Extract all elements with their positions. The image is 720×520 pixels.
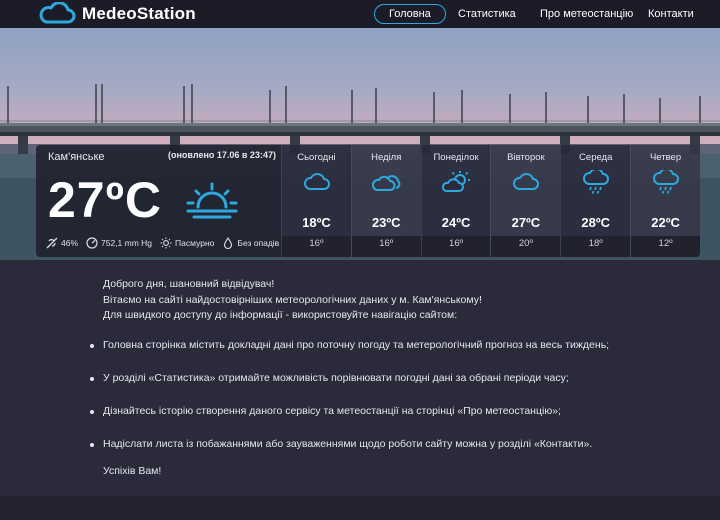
logo[interactable]: MedeoStation	[36, 0, 196, 28]
forecast-day: Понеділок 24ºC 16º	[420, 145, 491, 257]
forecast-low: 16º	[282, 236, 351, 257]
list-item: Дізнайтесь історію створення даного серв…	[88, 405, 609, 438]
nav-statistics[interactable]: Статистика	[458, 0, 516, 28]
nav-about[interactable]: Про метеостанцію	[540, 0, 633, 28]
gauge-icon	[86, 237, 98, 249]
current-temperature: 27ºC	[48, 172, 162, 228]
forecast-day-name: Четвер	[649, 152, 682, 163]
cloud-icon	[304, 173, 330, 190]
cloudy-icon	[371, 175, 401, 191]
sky-stat: Пасмурно	[160, 237, 214, 249]
pressure-value: 752,1 mm Hg	[101, 238, 153, 248]
greeting: Доброго дня, шановний відвідувач!	[103, 278, 275, 290]
welcome-line: Вітаємо на сайті найдостовірніших метеор…	[103, 293, 482, 306]
forecast-day: Середа 28ºC 18º	[560, 145, 631, 257]
forecast-day-name: Вівторок	[507, 152, 545, 163]
forecast-low: 20º	[491, 236, 561, 257]
forecast-day-name: Неділя	[371, 152, 402, 163]
drop-icon	[224, 237, 233, 249]
rain-icon	[583, 170, 610, 194]
forecast-high: 28ºC	[581, 215, 611, 230]
forecast-high: 27ºC	[511, 215, 541, 230]
forecast-strip: Сьогодні 18ºC 16º Неділя 23ºC 16º Понеді…	[281, 145, 700, 257]
sky-value: Пасмурно	[175, 238, 215, 248]
forecast-high: 22ºC	[651, 215, 680, 230]
site-header: MedeoStation Головна Статистика Про мете…	[0, 0, 720, 28]
closing-text: Успіхів Вам!	[103, 465, 162, 477]
cloud-icon	[513, 173, 540, 190]
forecast-low: 16º	[351, 236, 421, 257]
precipitation-value: Без опадів	[237, 238, 280, 248]
forecast-low: 16º	[421, 236, 491, 257]
humidity-stat: 46%	[46, 237, 78, 249]
precipitation-stat: Без опадів	[222, 237, 279, 249]
forecast-day: Сьогодні 18ºC 16º	[281, 145, 351, 257]
forecast-high: 23ºC	[371, 215, 401, 230]
list-item: Головна сторінка містить докладні дані п…	[88, 339, 609, 372]
cloud-logo-icon	[39, 2, 76, 24]
pressure-stat: 752,1 mm Hg	[86, 237, 152, 249]
site-footer	[0, 496, 720, 520]
forecast-day: Четвер 22ºC 12º	[630, 145, 700, 257]
nav-home[interactable]: Головна	[374, 4, 446, 24]
list-item: У розділі «Статистика» отримайте можливі…	[88, 372, 609, 405]
rain-icon	[653, 170, 680, 194]
forecast-low: 18º	[561, 236, 631, 257]
humidity-icon	[46, 237, 58, 249]
forecast-low: 12º	[631, 236, 700, 257]
partly-sunny-icon	[186, 182, 238, 219]
forecast-day-name: Понеділок	[433, 152, 479, 163]
forecast-high: 18ºC	[302, 215, 331, 230]
sun-small-icon	[160, 237, 172, 249]
forecast-day-name: Середа	[579, 152, 613, 163]
current-weather-panel: Кам'янське (оновлено 17.06 в 23:47) 27ºC…	[36, 145, 281, 257]
feature-list: Головна сторінка містить докладні дані п…	[88, 339, 609, 471]
partly-sunny-icon	[441, 171, 470, 192]
navigation-hint: Для швидкого доступу до інформації - вик…	[103, 309, 458, 321]
humidity-value: 46%	[61, 238, 79, 248]
weather-widget: Кам'янське (оновлено 17.06 в 23:47) 27ºC…	[36, 145, 700, 257]
current-stats: 46% 752,1 mm Hg Пасмурно Без опадів	[46, 236, 287, 250]
forecast-day: Вівторок 27ºC 20º	[490, 145, 561, 257]
site-name: MedeoStation	[82, 4, 196, 23]
forecast-high: 24ºC	[441, 215, 471, 230]
city-name: Кам'янське	[48, 151, 105, 163]
list-item: Надіслати листа із побажаннями або заува…	[88, 438, 609, 471]
updated-time: (оновлено 17.06 в 23:47)	[168, 150, 276, 160]
main-content: Доброго дня, шановний відвідувач! Вітаєм…	[0, 260, 720, 496]
nav-contacts[interactable]: Контакти	[648, 0, 694, 28]
forecast-day-name: Сьогодні	[297, 152, 336, 163]
intro-text: Доброго дня, шановний відвідувач! Вітаєм…	[103, 277, 482, 324]
forecast-day: Неділя 23ºC 16º	[350, 145, 421, 257]
